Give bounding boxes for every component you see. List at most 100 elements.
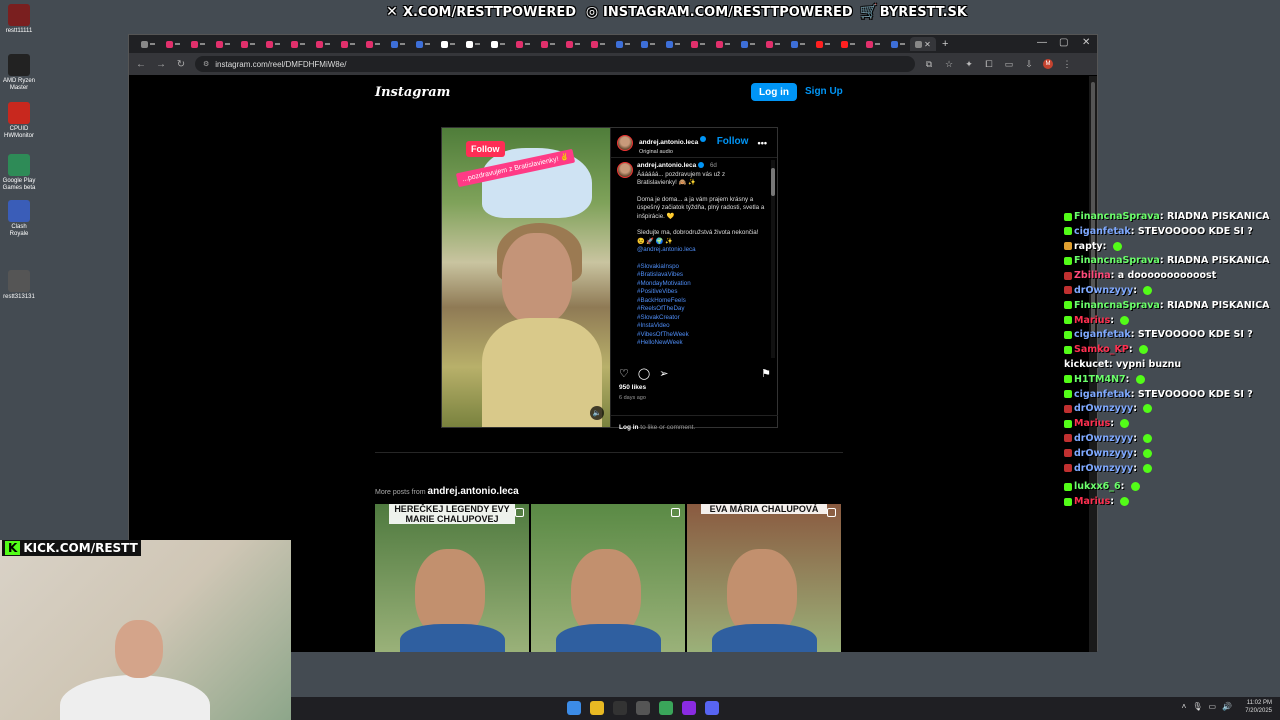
browser-tab[interactable]: [660, 37, 685, 51]
browser-tab[interactable]: [585, 37, 610, 51]
browser-tab[interactable]: [735, 37, 760, 51]
hashtag-link[interactable]: #BackHomeFeels: [637, 297, 765, 306]
close-window-icon[interactable]: ✕: [1082, 37, 1090, 48]
chat-username[interactable]: Marius: [1074, 315, 1110, 326]
browser-tab[interactable]: [285, 37, 310, 51]
follow-button[interactable]: Follow: [717, 136, 749, 147]
tab-close-icon[interactable]: ✕: [924, 40, 931, 49]
profile-avatar-icon[interactable]: M: [1043, 59, 1053, 69]
chat-username[interactable]: kickucet: [1064, 359, 1109, 370]
browser-tab[interactable]: [760, 37, 785, 51]
browser-tab[interactable]: [860, 37, 885, 51]
likes-count[interactable]: 950 likes: [619, 384, 646, 391]
minimize-icon[interactable]: —: [1037, 37, 1047, 48]
hashtag-link[interactable]: #VibesOfTheWeek: [637, 331, 765, 340]
browser-tab[interactable]: [385, 37, 410, 51]
browser-tab[interactable]: [185, 37, 210, 51]
maximize-icon[interactable]: ▢: [1059, 37, 1068, 48]
more-posts-username[interactable]: andrej.antonio.leca: [428, 486, 519, 497]
taskbar-start-icon[interactable]: [567, 701, 581, 715]
signup-link[interactable]: Sign Up: [805, 86, 843, 97]
browser-tab[interactable]: [710, 37, 735, 51]
like-heart-icon[interactable]: ♡: [619, 367, 629, 380]
chat-username[interactable]: Samko_KP: [1074, 344, 1129, 355]
browser-tab[interactable]: [810, 37, 835, 51]
browser-tab[interactable]: [360, 37, 385, 51]
chat-username[interactable]: ciganfetak: [1074, 226, 1131, 237]
browser-tab[interactable]: [835, 37, 860, 51]
browser-tab[interactable]: [885, 37, 910, 51]
forward-icon[interactable]: →: [155, 59, 167, 70]
browser-tab[interactable]: [135, 37, 160, 51]
reel-video[interactable]: Follow ...pozdravujem z Bratislavienky! …: [442, 128, 610, 427]
site-info-icon[interactable]: ⚙: [203, 60, 209, 68]
volume-icon[interactable]: 🔊: [1222, 702, 1232, 711]
save-bookmark-icon[interactable]: ⚑: [761, 367, 771, 380]
chat-username[interactable]: ciganfetak: [1074, 329, 1131, 340]
browser-tab[interactable]: [510, 37, 535, 51]
hashtag-link[interactable]: #MondayMotivation: [637, 280, 765, 289]
reload-icon[interactable]: ↻: [175, 59, 187, 70]
chat-username[interactable]: FinancnaSprava: [1074, 211, 1160, 222]
browser-tab[interactable]: [610, 37, 635, 51]
browser-tab[interactable]: [335, 37, 360, 51]
chat-username[interactable]: drOwnzyyy: [1074, 463, 1133, 474]
post-username[interactable]: andrej.antonio.leca: [639, 139, 698, 146]
desktop-icon[interactable]: Clash Royale: [2, 200, 36, 238]
login-prompt-link[interactable]: Log in: [619, 424, 639, 431]
extension-icon[interactable]: ✦: [963, 59, 975, 70]
caption-scrollbar[interactable]: [771, 160, 775, 358]
chat-username[interactable]: drOwnzyyy: [1074, 448, 1133, 459]
browser-tab[interactable]: [160, 37, 185, 51]
taskbar-chrome-icon[interactable]: [659, 701, 673, 715]
downloads-icon[interactable]: ⇩: [1023, 59, 1035, 70]
mute-icon[interactable]: 🔈: [590, 406, 604, 420]
clock[interactable]: 11:02 PM 7/20/2025: [1245, 699, 1272, 715]
browser-tab[interactable]: [685, 37, 710, 51]
hashtag-link[interactable]: #ReelsOfTheDay: [637, 305, 765, 314]
chat-username[interactable]: ciganfetak: [1074, 389, 1131, 400]
browser-tab[interactable]: [535, 37, 560, 51]
taskbar-app-purple-icon[interactable]: [682, 701, 696, 715]
login-button[interactable]: Log in: [751, 83, 797, 101]
caption-avatar[interactable]: [617, 162, 633, 178]
caption-mention[interactable]: @andrej.antonio.leca: [637, 246, 696, 253]
back-icon[interactable]: ←: [135, 59, 147, 70]
bookmark-star-icon[interactable]: ☆: [943, 59, 955, 70]
browser-tab[interactable]: [460, 37, 485, 51]
hashtag-link[interactable]: #SlovakiaInspo: [637, 263, 765, 272]
more-post-thumbnail[interactable]: HEREČKEJ LEGENDY EVY MARIE CHALUPOVEJ: [375, 504, 529, 652]
chat-username[interactable]: drOwnzyyy: [1074, 433, 1133, 444]
browser-tab-active[interactable]: ✕: [910, 37, 936, 51]
chat-username[interactable]: lukxx6_6: [1074, 481, 1121, 492]
desktop-icon[interactable]: Google Play Games beta: [2, 154, 36, 192]
chat-username[interactable]: Marius: [1074, 496, 1110, 507]
taskbar-obs-icon[interactable]: [636, 701, 650, 715]
chat-username[interactable]: Zbilina: [1074, 270, 1111, 281]
browser-tab[interactable]: [210, 37, 235, 51]
chat-username[interactable]: rapty: [1074, 241, 1103, 252]
taskbar-discord-icon[interactable]: [705, 701, 719, 715]
browser-tab[interactable]: [635, 37, 660, 51]
puzzle-icon[interactable]: ⧠: [983, 59, 995, 70]
taskbar-file-explorer-icon[interactable]: [590, 701, 604, 715]
chat-username[interactable]: drOwnzyyy: [1074, 403, 1133, 414]
caption-username[interactable]: andrej.antonio.leca: [637, 162, 696, 169]
audio-label[interactable]: Original audio: [639, 149, 748, 155]
share-icon[interactable]: ➢: [659, 367, 668, 380]
desktop-icon[interactable]: restt313131: [2, 270, 36, 301]
more-options-icon[interactable]: •••: [758, 138, 767, 148]
chat-username[interactable]: drOwnzyyy: [1074, 285, 1133, 296]
new-tab-icon[interactable]: +: [942, 38, 948, 50]
more-post-thumbnail[interactable]: EVA MÁRIA CHALUPOVÁ: [687, 504, 841, 652]
chevron-up-icon[interactable]: ˄: [1182, 702, 1187, 711]
caption-scroll-thumb[interactable]: [771, 168, 775, 196]
browser-tab[interactable]: [410, 37, 435, 51]
hashtag-link[interactable]: #PositiveVibes: [637, 288, 765, 297]
sidebar-icon[interactable]: ▭: [1003, 59, 1015, 70]
network-icon[interactable]: ▭: [1208, 702, 1216, 711]
browser-tab[interactable]: [435, 37, 460, 51]
more-post-thumbnail[interactable]: [531, 504, 685, 652]
menu-icon[interactable]: ⋮: [1061, 59, 1073, 70]
chat-username[interactable]: FinancnaSprava: [1074, 255, 1160, 266]
